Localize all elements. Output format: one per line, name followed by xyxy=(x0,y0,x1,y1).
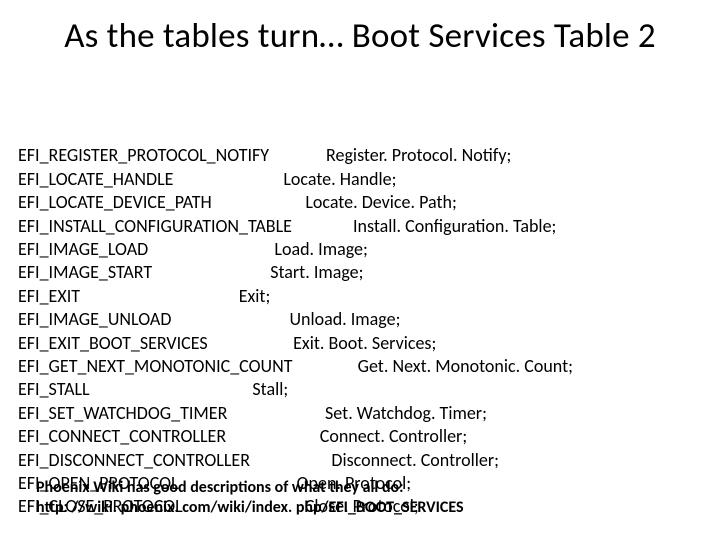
service-type: EFI_INSTALL_CONFIGURATION_TABLE xyxy=(18,215,292,238)
service-row: EFI_EXIT Exit; xyxy=(18,285,702,308)
service-type: EFI_SET_WATCHDOG_TIMER xyxy=(18,402,227,425)
footer-line-2: http: //wiki. phoenix. com/wiki/index. p… xyxy=(36,498,464,518)
service-row: EFI_CONNECT_CONTROLLER Connect. Controll… xyxy=(18,425,702,448)
service-name: Locate. Device. Path; xyxy=(305,191,456,213)
service-type: EFI_EXIT_BOOT_SERVICES xyxy=(18,332,208,355)
service-type: EFI_IMAGE_UNLOAD xyxy=(18,308,171,331)
service-name: Unload. Image; xyxy=(289,308,400,330)
service-type: EFI_LOCATE_DEVICE_PATH xyxy=(18,191,212,214)
service-row: EFI_REGISTER_PROTOCOL_NOTIFY Register. P… xyxy=(18,144,702,167)
service-name: Load. Image; xyxy=(274,238,367,260)
slide: As the tables turn… Boot Services Table … xyxy=(0,0,720,540)
service-row: EFI_LOCATE_HANDLE Locate. Handle; xyxy=(18,168,702,191)
service-type: EFI_GET_NEXT_MONOTONIC_COUNT xyxy=(18,355,292,378)
service-name: Disconnect. Controller; xyxy=(331,449,499,471)
service-type: EFI_IMAGE_LOAD xyxy=(18,238,148,261)
service-name: Register. Protocol. Notify; xyxy=(326,144,511,166)
service-row: EFI_STALL Stall; xyxy=(18,378,702,401)
service-row: EFI_SET_WATCHDOG_TIMER Set. Watchdog. Ti… xyxy=(18,402,702,425)
service-name: Install. Configuration. Table; xyxy=(353,215,556,237)
footer-line-1: Phoenix Wiki has good descriptions of wh… xyxy=(36,478,464,498)
service-name: Start. Image; xyxy=(270,261,363,283)
service-row: EFI_EXIT_BOOT_SERVICES Exit. Boot. Servi… xyxy=(18,332,702,355)
service-type: EFI_LOCATE_HANDLE xyxy=(18,168,173,191)
service-row: EFI_INSTALL_CONFIGURATION_TABLE Install.… xyxy=(18,215,702,238)
service-name: Locate. Handle; xyxy=(283,168,396,190)
service-name: Connect. Controller; xyxy=(320,425,467,447)
service-name: Exit. Boot. Services; xyxy=(293,332,436,354)
service-row: EFI_IMAGE_LOAD Load. Image; xyxy=(18,238,702,261)
slide-title: As the tables turn… Boot Services Table … xyxy=(18,16,702,56)
services-list: EFI_REGISTER_PROTOCOL_NOTIFY Register. P… xyxy=(18,74,702,518)
service-row: EFI_IMAGE_UNLOAD Unload. Image; xyxy=(18,308,702,331)
service-name: Exit; xyxy=(239,285,271,307)
service-name: Get. Next. Monotonic. Count; xyxy=(358,355,573,377)
service-name: Set. Watchdog. Timer; xyxy=(325,402,487,424)
service-type: EFI_CONNECT_CONTROLLER xyxy=(18,425,226,448)
service-type: EFI_DISCONNECT_CONTROLLER xyxy=(18,449,250,472)
service-type: EFI_STALL xyxy=(18,378,90,401)
service-type: EFI_EXIT xyxy=(18,285,80,308)
footer-note: Phoenix Wiki has good descriptions of wh… xyxy=(36,478,464,518)
service-name: Stall; xyxy=(252,378,288,400)
service-row: EFI_GET_NEXT_MONOTONIC_COUNT Get. Next. … xyxy=(18,355,702,378)
service-row: EFI_LOCATE_DEVICE_PATH Locate. Device. P… xyxy=(18,191,702,214)
service-type: EFI_IMAGE_START xyxy=(18,261,152,284)
service-row: EFI_DISCONNECT_CONTROLLER Disconnect. Co… xyxy=(18,449,702,472)
service-row: EFI_IMAGE_START Start. Image; xyxy=(18,261,702,284)
service-type: EFI_REGISTER_PROTOCOL_NOTIFY xyxy=(18,144,269,167)
